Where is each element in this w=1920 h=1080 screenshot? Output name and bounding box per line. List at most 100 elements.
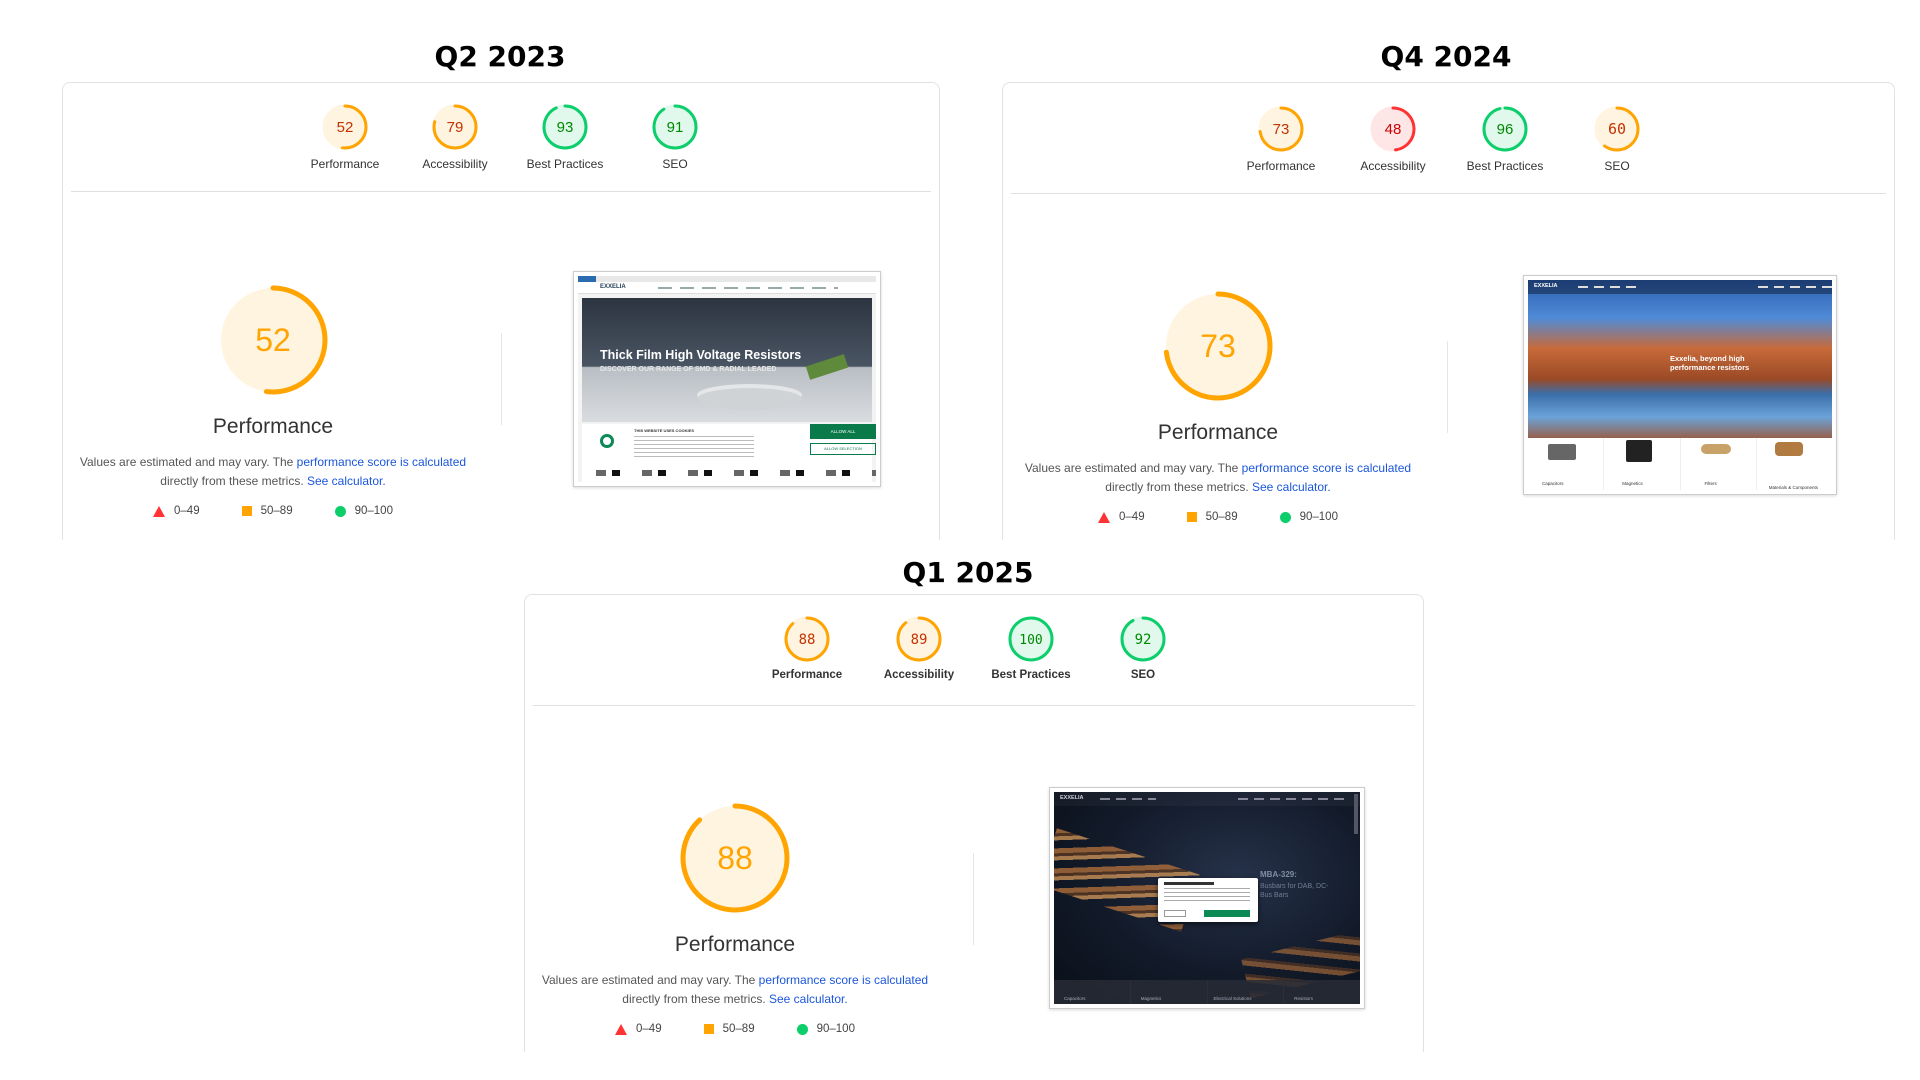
see-calculator-link[interactable]: See calculator.: [769, 992, 848, 1006]
gauge-best-practices[interactable]: 100 Best Practices: [975, 615, 1087, 681]
legend-label: 0–49: [636, 1023, 662, 1035]
hero-banner: Thick Film High Voltage Resistors DISCOV…: [582, 298, 872, 422]
category-tile[interactable]: Materials & Components: [1756, 438, 1832, 490]
hero-headline: MBA-329:: [1260, 870, 1297, 879]
legend-label: 90–100: [1299, 511, 1338, 523]
category-label: Materials & Components: [1768, 485, 1819, 490]
section-divider: [1447, 341, 1448, 433]
website-preview: EXXELIA Exxelia, beyond high performance…: [1528, 280, 1832, 490]
performance-score: 73: [1200, 328, 1236, 364]
category-tile[interactable]: Electrical Solutions: [1208, 980, 1285, 1004]
category-strip: Capacitors Magnetics Filters Materials &…: [1528, 438, 1832, 490]
gauge-best-practices[interactable]: 93 Best Practices: [509, 103, 621, 171]
gauge-performance[interactable]: 73 Performance: [1225, 105, 1337, 173]
site-nav: EXXELIA: [1054, 792, 1360, 806]
score-ring-icon: 93: [542, 104, 588, 150]
category-label: Capacitors: [1064, 996, 1086, 1001]
category-label: Resistors: [1294, 996, 1314, 1001]
legend-fail: 0–49: [153, 505, 200, 517]
quarter-title-q1-2025: Q1 2025: [902, 556, 1034, 589]
performance-title: Performance: [212, 415, 334, 438]
score-legend: 0–49 50–89 90–100: [525, 1023, 945, 1035]
legend-pass: 90–100: [796, 1023, 855, 1035]
gauge-seo[interactable]: 60 SEO: [1561, 105, 1673, 173]
header-divider: [533, 705, 1415, 706]
site-nav: EXXELIA: [578, 282, 876, 294]
category-tile[interactable]: Resistors: [1284, 980, 1360, 1004]
score-ring-icon: 73: [1258, 106, 1304, 152]
category-label: Magnetics: [1622, 481, 1643, 486]
gauge-best-practices[interactable]: 96 Best Practices: [1449, 105, 1561, 173]
gauge-label: Best Practices: [1466, 159, 1544, 173]
category-label: Magnetics: [1140, 996, 1162, 1001]
accept-cookies-button[interactable]: [1204, 910, 1250, 917]
performance-score: 88: [717, 840, 753, 876]
legend-label: 90–100: [354, 505, 393, 517]
gauge-seo[interactable]: 92 SEO: [1087, 615, 1199, 681]
category-tile[interactable]: Magnetics: [1131, 980, 1208, 1004]
score-ring-icon: 48: [1370, 106, 1416, 152]
gauge-accessibility[interactable]: 89 Accessibility: [863, 615, 975, 681]
cookie-title: THIS WEBSITE USES COOKIES: [634, 428, 695, 433]
category-tile[interactable]: Filters: [1680, 438, 1757, 490]
performance-score-link[interactable]: performance score is calculated: [1242, 461, 1411, 475]
square-orange-icon: [1186, 512, 1197, 522]
legend-average: 50–89: [1186, 511, 1238, 523]
allow-all-button[interactable]: ALLOW ALL: [810, 424, 876, 439]
performance-title: Performance: [1157, 421, 1279, 444]
gauge-seo[interactable]: 91 SEO: [619, 103, 731, 171]
gauge-accessibility[interactable]: 48 Accessibility: [1337, 105, 1449, 173]
score-note: Values are estimated and may vary. The p…: [63, 453, 483, 491]
note-text: Values are estimated and may vary. The: [541, 973, 759, 987]
scrollbar[interactable]: [1354, 794, 1358, 834]
legend-label: 50–89: [1205, 511, 1238, 523]
gauge-label: Performance: [1246, 159, 1316, 173]
gauge-label: SEO: [1130, 669, 1156, 681]
website-preview: EXXELIA MBA-329: Busbars for DAB, DC-Bus…: [1054, 792, 1360, 1004]
gauge-performance[interactable]: 52 Performance: [289, 103, 401, 171]
gauge-label: Best Practices: [526, 157, 604, 171]
legend-fail: 0–49: [1098, 511, 1145, 523]
legend-label: 50–89: [722, 1023, 755, 1035]
page-screenshot-thumbnail[interactable]: EXXELIA Exxelia, beyond high performance…: [1523, 275, 1837, 495]
performance-score-link[interactable]: performance score is calculated: [297, 455, 466, 469]
score-value: 60: [1608, 120, 1626, 138]
allow-selection-button[interactable]: ALLOW SELECTION: [810, 443, 876, 455]
gauge-performance[interactable]: 88 Performance: [751, 615, 863, 681]
note-text: directly from these metrics.: [160, 474, 307, 488]
header-divider: [71, 191, 931, 192]
page-screenshot-thumbnail[interactable]: EXXELIA Thick Film High Voltage Resistor…: [573, 271, 881, 487]
score-value: 89: [911, 632, 928, 648]
hero-subline: Busbars for DAB, DC-Bus Bars: [1260, 883, 1329, 899]
score-ring-icon: 100: [1008, 616, 1054, 662]
section-divider: [973, 853, 974, 945]
website-preview: EXXELIA Thick Film High Voltage Resistor…: [578, 276, 876, 482]
customize-button[interactable]: [1164, 910, 1186, 917]
score-value: 48: [1385, 121, 1402, 138]
triangle-red-icon: [153, 505, 166, 517]
gauge-label: Performance: [310, 157, 380, 171]
performance-score-link[interactable]: performance score is calculated: [759, 973, 928, 987]
category-label: Filters: [1704, 481, 1717, 486]
see-calculator-link[interactable]: See calculator.: [1252, 480, 1331, 494]
score-value: 52: [337, 119, 354, 136]
legend-fail: 0–49: [615, 1023, 662, 1035]
score-ring-icon: 91: [652, 104, 698, 150]
site-nav: EXXELIA: [1528, 280, 1832, 294]
square-orange-icon: [241, 506, 252, 516]
triangle-red-icon: [615, 1023, 628, 1035]
score-legend: 0–49 50–89 90–100: [1008, 511, 1428, 523]
legend-average: 50–89: [241, 505, 293, 517]
see-calculator-link[interactable]: See calculator.: [307, 474, 386, 488]
site-logo: EXXELIA: [600, 284, 626, 290]
legend-average: 50–89: [703, 1023, 755, 1035]
performance-gauge-icon: 88: [680, 803, 790, 913]
gauge-label: SEO: [662, 157, 688, 171]
gauge-accessibility[interactable]: 79 Accessibility: [399, 103, 511, 171]
hero-headline: Exxelia, beyond high performance resisto…: [1670, 354, 1750, 372]
page-screenshot-thumbnail[interactable]: EXXELIA MBA-329: Busbars for DAB, DC-Bus…: [1049, 787, 1365, 1009]
category-tile[interactable]: Capacitors: [1528, 438, 1605, 490]
category-tile[interactable]: Magnetics: [1604, 438, 1681, 490]
category-tile[interactable]: Capacitors: [1054, 980, 1131, 1004]
score-value: 100: [1019, 633, 1042, 648]
